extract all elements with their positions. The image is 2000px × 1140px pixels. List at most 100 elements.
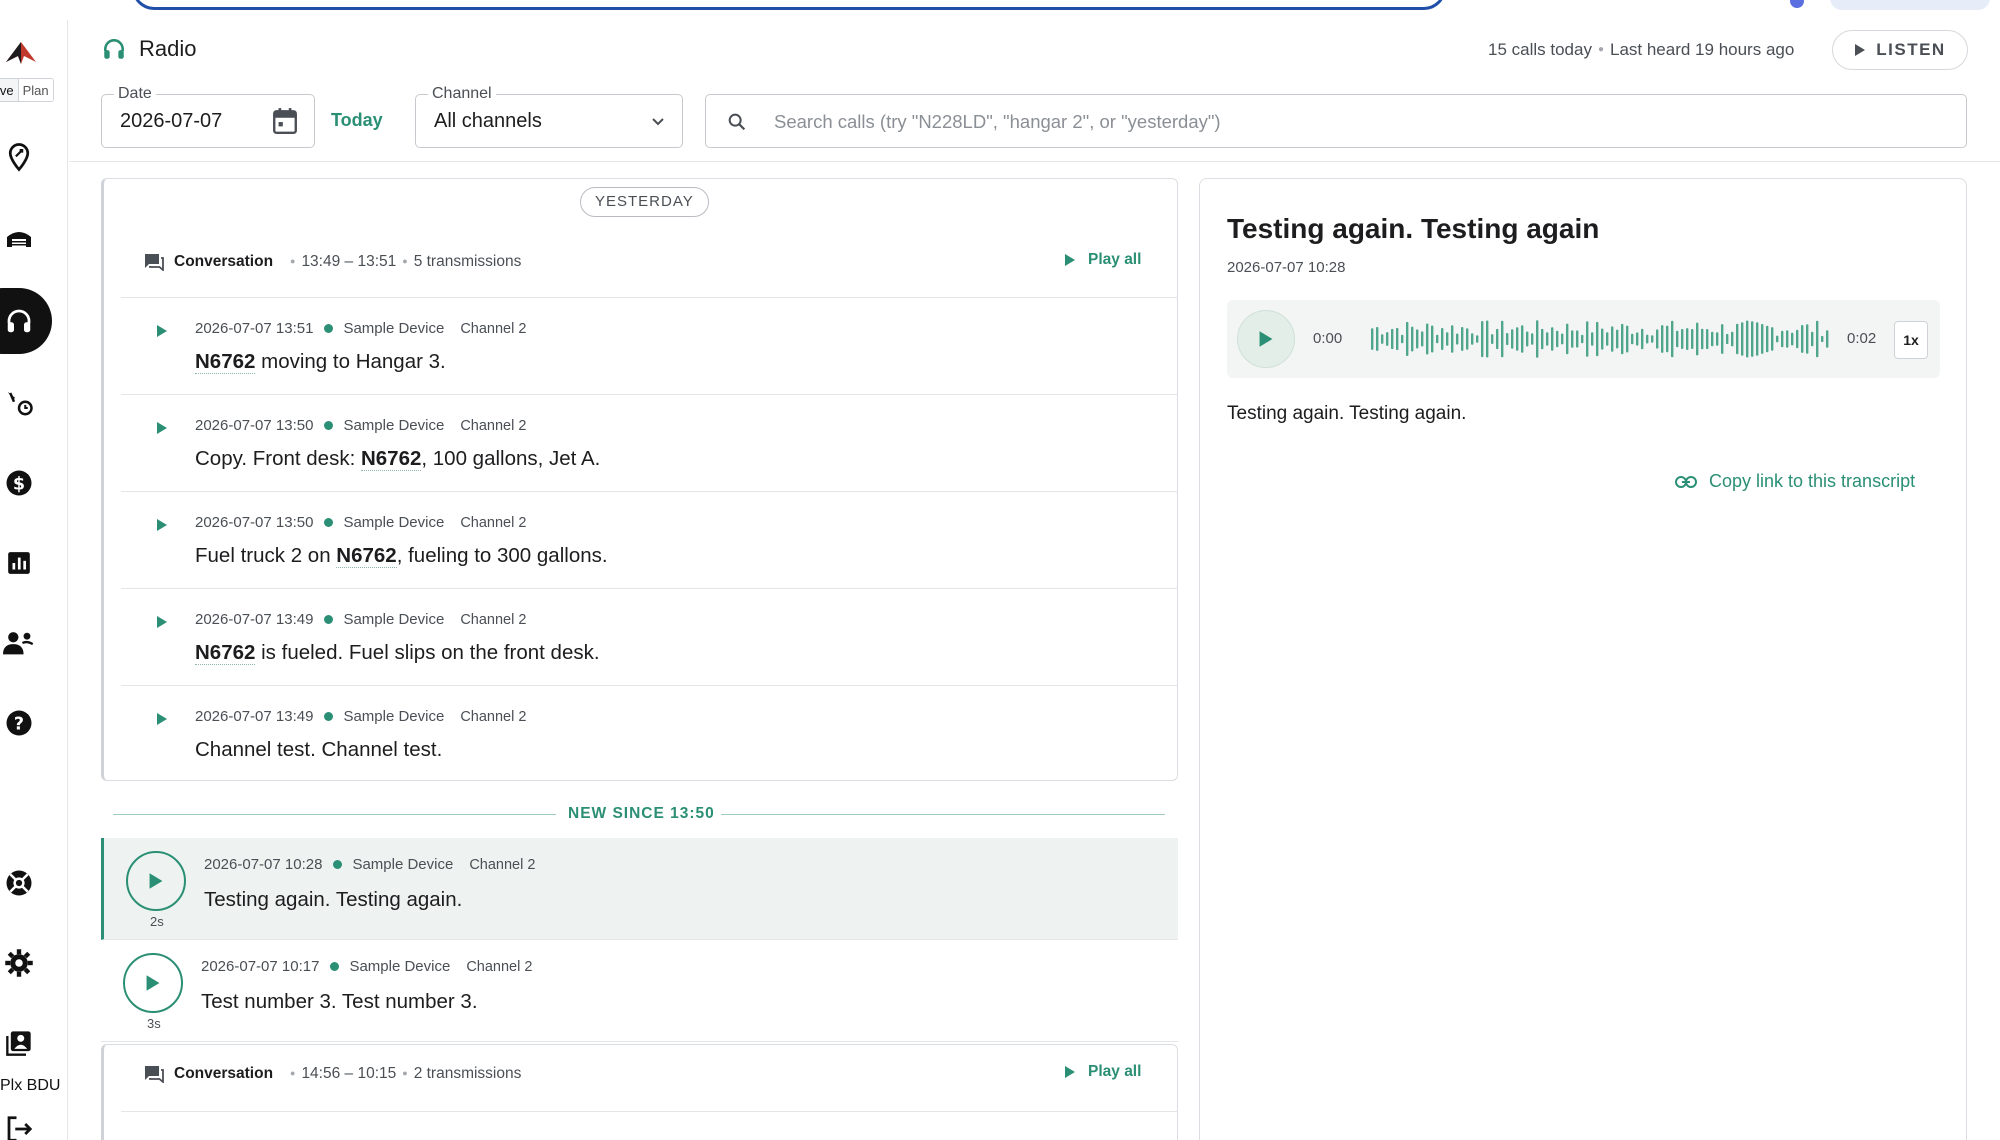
play-icon[interactable] xyxy=(156,421,168,440)
transmission-time: 2026-07-07 13:50 xyxy=(195,514,314,531)
date-label: Date xyxy=(114,85,156,103)
channel-value[interactable]: All channels xyxy=(434,110,542,133)
transmission-time: 2026-07-07 10:17 xyxy=(201,958,320,975)
date-field[interactable]: Date 2026-07-07 xyxy=(101,85,315,148)
waveform[interactable] xyxy=(1371,312,1831,366)
chat-icon xyxy=(144,1065,164,1088)
account-icon[interactable] xyxy=(2,1026,36,1060)
waveform-bar xyxy=(1786,330,1789,348)
play-icon[interactable] xyxy=(156,518,168,537)
waveform-bar xyxy=(1506,333,1509,346)
waveform-bar xyxy=(1556,330,1559,348)
logo-icon[interactable] xyxy=(4,40,38,66)
device-name: Sample Device xyxy=(343,417,445,434)
search-input[interactable]: Search calls (try "N228LD", "hangar 2", … xyxy=(774,111,1221,133)
transmission-time: 2026-07-07 13:50 xyxy=(195,417,314,434)
date-value[interactable]: 2026-07-07 xyxy=(120,110,222,133)
waveform-bar xyxy=(1821,335,1824,343)
waveform-bar xyxy=(1576,330,1579,348)
help-icon[interactable]: ? xyxy=(2,706,36,740)
transmission-row[interactable]: 3s 2026-07-07 10:17 Sample Device Channel … xyxy=(101,940,1178,1042)
play-button[interactable] xyxy=(123,953,183,1013)
hangar-icon[interactable] xyxy=(2,220,36,254)
play-icon[interactable] xyxy=(156,615,168,634)
bar-chart-icon[interactable] xyxy=(2,546,36,580)
gear-icon[interactable] xyxy=(2,946,36,980)
svg-text:?: ? xyxy=(14,714,24,734)
playback-speed-button[interactable]: 1x xyxy=(1894,321,1928,359)
transmission-row[interactable]: 2026-07-07 13:50 Sample Device Channel 2 F… xyxy=(121,491,1178,588)
chat-icon xyxy=(144,253,164,276)
waveform-bar xyxy=(1756,322,1759,356)
top-right-pill[interactable] xyxy=(1830,0,1990,10)
detail-date: 2026-07-07 10:28 xyxy=(1227,259,1346,276)
logout-icon[interactable] xyxy=(2,1112,36,1140)
play-all-label: Play all xyxy=(1088,1063,1142,1080)
new-since-divider: NEW SINCE 13:50 xyxy=(113,805,1165,825)
waveform-bar xyxy=(1746,320,1749,358)
waveform-bar xyxy=(1421,331,1424,347)
transmission-row[interactable]: 2026-07-07 13:49 Sample Device Channel 2 N… xyxy=(121,588,1178,685)
player-play-button[interactable] xyxy=(1237,310,1295,368)
transmission-text: Channel test. Channel test. xyxy=(195,738,442,762)
waveform-bar xyxy=(1416,329,1419,349)
dollar-icon[interactable]: $ xyxy=(2,466,36,500)
transmission-row-selected[interactable]: 2s 2026-07-07 10:28 Sample Device Channel … xyxy=(101,838,1178,940)
waveform-bar xyxy=(1561,333,1564,345)
copy-link-button[interactable]: Copy link to this transcript xyxy=(1675,471,1915,492)
play-button[interactable] xyxy=(126,851,186,911)
transmission-row[interactable]: 2026-07-07 13:49 Sample Device Channel 2 C… xyxy=(121,685,1178,782)
waveform-bar xyxy=(1581,334,1584,344)
play-all-button[interactable]: Play all xyxy=(1064,1063,1141,1081)
tail-number-link[interactable]: N6762 xyxy=(195,641,256,665)
waveform-bar xyxy=(1636,332,1639,346)
address-bar[interactable] xyxy=(132,0,1446,10)
chevron-down-icon[interactable] xyxy=(650,113,666,134)
transmission-text: Fuel truck 2 on N6762, fueling to 300 ga… xyxy=(195,544,608,568)
waveform-bar xyxy=(1826,330,1829,348)
live-plan-toggle[interactable]: ive Plan xyxy=(0,78,54,102)
tail-number-link[interactable]: N6762 xyxy=(360,447,422,471)
channel-label: Channel xyxy=(428,85,496,103)
profile-dot xyxy=(1790,0,1804,8)
transmission-meta: 2026-07-07 13:50 Sample Device Channel 2 xyxy=(195,417,526,434)
link-icon xyxy=(1675,475,1697,488)
channel-select[interactable]: Channel All channels xyxy=(415,85,683,148)
tail-number-link[interactable]: N6762 xyxy=(336,544,397,568)
calls-today-count: 15 calls today xyxy=(1488,40,1592,59)
location-pin-icon[interactable] xyxy=(2,140,36,174)
calendar-icon[interactable] xyxy=(272,107,298,140)
today-button[interactable]: Today xyxy=(331,110,383,131)
device-name: Sample Device xyxy=(343,320,445,337)
transmission-time: 2026-07-07 13:49 xyxy=(195,611,314,628)
play-all-button[interactable]: Play all xyxy=(1064,251,1141,269)
last-heard: Last heard 19 hours ago xyxy=(1610,40,1795,59)
waveform-bar xyxy=(1686,328,1689,350)
waveform-bar xyxy=(1816,320,1819,358)
tail-number-link[interactable]: N6762 xyxy=(195,350,256,374)
channel-name: Channel 2 xyxy=(460,320,527,337)
lifebuoy-icon[interactable] xyxy=(2,866,36,900)
transmission-row[interactable]: 2026-07-07 13:50 Sample Device Channel 2 C… xyxy=(121,394,1178,491)
play-icon[interactable] xyxy=(156,324,168,343)
conversation-label: Conversation xyxy=(174,1065,274,1082)
plan-mode-button[interactable]: Plan xyxy=(17,79,53,101)
account-label[interactable]: Plx BDU xyxy=(0,1077,60,1095)
waveform-bar xyxy=(1466,328,1469,350)
total-time: 0:02 xyxy=(1847,330,1877,347)
live-mode-button[interactable]: ive xyxy=(0,79,18,101)
transmission-row[interactable]: 2026-07-07 13:51 Sample Device Channel 2 N… xyxy=(121,297,1178,394)
play-icon[interactable] xyxy=(156,712,168,731)
waveform-bar xyxy=(1631,333,1634,345)
duration-label: 2s xyxy=(150,914,164,929)
search-field[interactable]: Search calls (try "N228LD", "hangar 2", … xyxy=(705,94,1967,148)
search-icon xyxy=(726,111,748,138)
conversation-time-range: 14:56 – 10:15 xyxy=(301,1065,397,1082)
people-icon[interactable] xyxy=(2,626,36,660)
waveform-bar xyxy=(1546,332,1549,346)
transcript-detail-panel: Testing again. Testing again 2026-07-07 … xyxy=(1199,178,1967,1140)
flight-timer-icon[interactable] xyxy=(2,386,36,420)
waveform-bar xyxy=(1381,334,1384,344)
headset-icon[interactable] xyxy=(2,304,36,338)
listen-button[interactable]: LISTEN xyxy=(1832,30,1968,70)
